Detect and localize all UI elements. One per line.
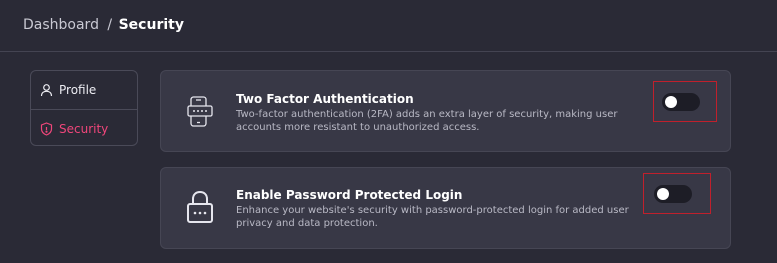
- password-login-card: Enable Password Protected Login Enhance …: [160, 167, 731, 249]
- settings-sidebar: Profile Security: [30, 70, 138, 146]
- two-factor-card: Two Factor Authentication Two-factor aut…: [160, 70, 731, 152]
- two-factor-toggle[interactable]: [662, 93, 700, 111]
- shield-icon: [39, 121, 53, 136]
- breadcrumb-dashboard[interactable]: Dashboard: [23, 17, 99, 33]
- page-header: Dashboard / Security: [0, 0, 777, 52]
- breadcrumb: Dashboard / Security: [23, 17, 184, 33]
- two-factor-title: Two Factor Authentication: [236, 92, 414, 106]
- padlock-icon: [185, 190, 215, 224]
- two-factor-toggle-highlight: [653, 81, 717, 122]
- sidebar-item-label: Profile: [59, 83, 97, 97]
- password-login-description: Enhance your website's security with pas…: [236, 205, 629, 229]
- breadcrumb-current: Security: [118, 17, 184, 33]
- sidebar-item-security[interactable]: Security: [31, 109, 137, 145]
- toggle-knob: [665, 96, 677, 108]
- password-login-toggle[interactable]: [654, 185, 692, 203]
- two-factor-description: Two-factor authentication (2FA) adds an …: [236, 109, 618, 133]
- password-login-title: Enable Password Protected Login: [236, 188, 463, 202]
- toggle-knob: [657, 188, 669, 200]
- sidebar-item-label: Security: [59, 121, 109, 136]
- user-icon: [39, 83, 53, 97]
- breadcrumb-separator: /: [107, 17, 113, 33]
- sidebar-item-profile[interactable]: Profile: [31, 71, 137, 109]
- password-login-toggle-highlight: [643, 173, 711, 214]
- phone-chat-icon: [185, 95, 215, 129]
